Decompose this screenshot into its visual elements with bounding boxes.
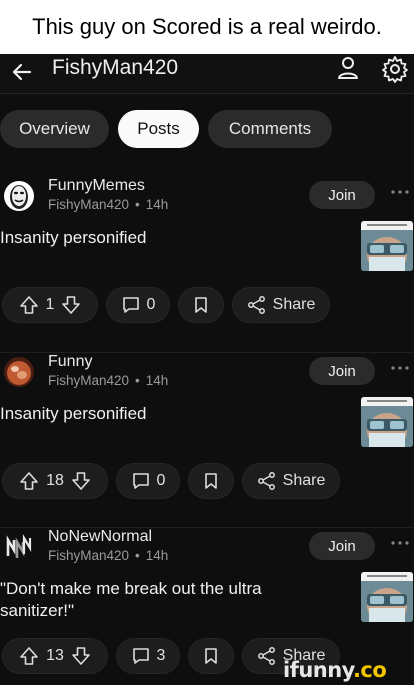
meta-separator: • bbox=[135, 548, 140, 563]
share-icon bbox=[247, 296, 265, 314]
save-button[interactable] bbox=[188, 638, 234, 674]
tab-overview[interactable]: Overview bbox=[0, 110, 109, 148]
community-avatar bbox=[4, 181, 34, 211]
post-thumbnail[interactable] bbox=[361, 397, 413, 447]
post-actions: 18 0 Share bbox=[0, 463, 414, 501]
funny-avatar-icon bbox=[4, 357, 34, 387]
comments-button[interactable]: 3 bbox=[116, 638, 180, 674]
post-thumbnail[interactable] bbox=[361, 221, 413, 271]
watermark-main: ifunny bbox=[283, 658, 353, 682]
tab-comments[interactable]: Comments bbox=[208, 110, 332, 148]
comment-icon bbox=[122, 297, 139, 313]
community-avatar bbox=[4, 532, 34, 562]
user-icon[interactable] bbox=[334, 54, 362, 82]
post-actions: 1 0 Share bbox=[0, 287, 414, 325]
comment-icon bbox=[132, 473, 149, 489]
join-button[interactable]: Join bbox=[309, 181, 375, 209]
more-icon[interactable] bbox=[390, 538, 410, 548]
post-time: 14h bbox=[145, 373, 169, 388]
meme-caption: This guy on Scored is a real weirdo. bbox=[0, 0, 414, 54]
bookmark-icon bbox=[205, 648, 217, 664]
post-author[interactable]: FishyMan420 bbox=[48, 373, 129, 388]
post-time: 14h bbox=[145, 548, 169, 563]
downvote-icon[interactable] bbox=[70, 470, 92, 492]
post-meta: FishyMan420 • 14h bbox=[48, 548, 168, 563]
back-arrow-icon[interactable] bbox=[8, 58, 36, 86]
vote-control: 18 bbox=[2, 463, 108, 499]
comment-icon bbox=[132, 648, 149, 664]
post-time: 14h bbox=[145, 197, 169, 212]
meta-separator: • bbox=[135, 373, 140, 388]
bookmark-icon bbox=[195, 297, 207, 313]
share-label: Share bbox=[282, 472, 326, 489]
vote-control: 1 bbox=[2, 287, 98, 323]
more-icon[interactable] bbox=[390, 187, 410, 197]
vote-count: 13 bbox=[46, 647, 64, 664]
share-icon bbox=[257, 472, 275, 490]
post-title[interactable]: Insanity personified bbox=[0, 227, 340, 249]
upvote-icon[interactable] bbox=[18, 470, 40, 492]
community-avatar bbox=[4, 357, 34, 387]
mask-avatar-icon bbox=[4, 181, 34, 211]
post-author[interactable]: FishyMan420 bbox=[48, 548, 129, 563]
community-name[interactable]: Funny bbox=[48, 353, 92, 371]
meta-separator: • bbox=[135, 197, 140, 212]
upvote-icon[interactable] bbox=[18, 645, 40, 667]
join-button[interactable]: Join bbox=[309, 357, 375, 385]
save-button[interactable] bbox=[188, 463, 234, 499]
tab-posts[interactable]: Posts bbox=[118, 110, 199, 148]
join-button[interactable]: Join bbox=[309, 532, 375, 560]
post-meta: FishyMan420 • 14h bbox=[48, 373, 168, 388]
downvote-icon[interactable] bbox=[60, 294, 82, 316]
vote-control: 13 bbox=[2, 638, 108, 674]
more-icon[interactable] bbox=[390, 363, 410, 373]
post-card[interactable]: Funny FishyMan420 • 14h Join Insanity pers… bbox=[0, 352, 414, 522]
comments-button[interactable]: 0 bbox=[116, 463, 180, 499]
upvote-icon[interactable] bbox=[18, 294, 40, 316]
bookmark-icon bbox=[205, 473, 217, 489]
post-author[interactable]: FishyMan420 bbox=[48, 197, 129, 212]
community-name[interactable]: NoNewNormal bbox=[48, 528, 152, 546]
profile-tabs: Overview Posts Comments bbox=[0, 110, 414, 150]
post-card[interactable]: FunnyMemes FishyMan420 • 14h Join Insanity… bbox=[0, 177, 414, 347]
save-button[interactable] bbox=[178, 287, 224, 323]
share-button[interactable]: Share bbox=[232, 287, 330, 323]
post-title[interactable]: "Don't make me break out the ultra sanit… bbox=[0, 578, 300, 622]
share-icon bbox=[257, 647, 275, 665]
gear-icon[interactable] bbox=[380, 54, 410, 84]
downvote-icon[interactable] bbox=[70, 645, 92, 667]
masked-face-thumbnail-icon bbox=[361, 572, 413, 622]
masked-face-thumbnail-icon bbox=[361, 397, 413, 447]
community-name[interactable]: FunnyMemes bbox=[48, 177, 145, 195]
comment-count: 0 bbox=[146, 296, 156, 313]
masked-face-thumbnail-icon bbox=[361, 221, 413, 271]
comment-count: 0 bbox=[156, 472, 166, 489]
post-thumbnail[interactable] bbox=[361, 572, 413, 622]
vote-count: 1 bbox=[45, 296, 55, 313]
ifunny-watermark: ifunny.co bbox=[283, 658, 387, 682]
profile-title: FishyMan420 bbox=[52, 56, 179, 79]
post-meta: FishyMan420 • 14h bbox=[48, 197, 168, 212]
share-label: Share bbox=[272, 296, 316, 313]
nnn-logo-icon bbox=[4, 532, 34, 562]
share-button[interactable]: Share bbox=[242, 463, 340, 499]
comment-count: 3 bbox=[156, 647, 166, 664]
watermark-suffix: .co bbox=[352, 658, 387, 682]
app-bar: FishyMan420 bbox=[0, 54, 414, 94]
comments-button[interactable]: 0 bbox=[106, 287, 170, 323]
post-title[interactable]: Insanity personified bbox=[0, 403, 340, 425]
post-card[interactable]: NoNewNormal FishyMan420 • 14h Join "Don't … bbox=[0, 527, 414, 674]
vote-count: 18 bbox=[46, 472, 64, 489]
